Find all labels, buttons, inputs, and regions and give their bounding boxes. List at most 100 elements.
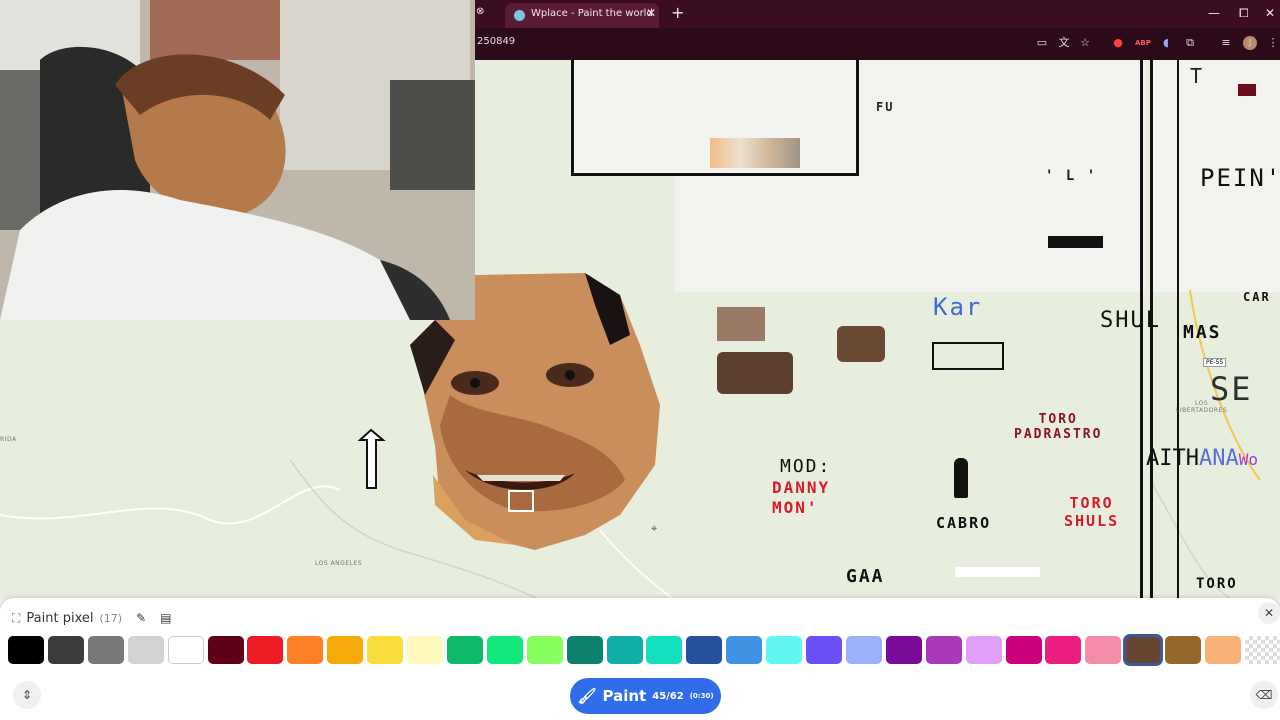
color-swatch[interactable] bbox=[1205, 636, 1241, 664]
pixel-text-toro-padrastro: TORO PADRASTRO bbox=[1014, 412, 1103, 442]
color-swatch[interactable] bbox=[1045, 636, 1082, 664]
pixel-red-block bbox=[1238, 84, 1256, 96]
paint-charge-count: 45/62 bbox=[652, 690, 684, 702]
paint-panel-header: ⛶ Paint pixel (17) ✎ ▤ bbox=[12, 608, 171, 628]
color-swatch[interactable] bbox=[646, 636, 683, 664]
adblock-icon[interactable]: ABP bbox=[1135, 36, 1151, 50]
color-swatch[interactable] bbox=[1165, 636, 1202, 664]
pencil-icon[interactable]: ✎ bbox=[136, 611, 146, 625]
pixel-art-eye-small bbox=[717, 307, 765, 341]
brush-icon: 🖌 bbox=[577, 687, 597, 705]
globe-icon bbox=[514, 10, 525, 21]
pixel-text-mod: MOD: bbox=[780, 456, 832, 477]
color-swatch[interactable] bbox=[526, 636, 563, 664]
pixel-text-toro-shuls: TORO SHULS bbox=[1064, 494, 1120, 530]
color-swatch[interactable] bbox=[845, 636, 882, 664]
color-swatch[interactable] bbox=[766, 636, 803, 664]
tab-close-icon[interactable]: ✕ bbox=[646, 6, 656, 20]
color-swatch[interactable] bbox=[207, 636, 244, 664]
color-swatch[interactable] bbox=[686, 636, 723, 664]
color-swatch[interactable] bbox=[1123, 634, 1164, 666]
pixel-text-gaa: GAA bbox=[846, 566, 885, 587]
paint-timer: (0:30) bbox=[689, 692, 714, 700]
pixel-text-pein: PEIN' bbox=[1200, 164, 1280, 192]
map-label-rida: RIDA bbox=[0, 436, 17, 443]
pixel-line bbox=[1177, 60, 1179, 598]
paint-button-label: Paint bbox=[602, 687, 647, 705]
profile-avatar[interactable]: J bbox=[1243, 36, 1257, 50]
pixel-text-mas: MAS bbox=[1183, 322, 1222, 343]
color-swatch[interactable] bbox=[1085, 636, 1122, 664]
tab-wplace[interactable]: Wplace - Paint the world ✕ bbox=[505, 3, 659, 28]
webcam-feed bbox=[0, 0, 475, 320]
color-swatch[interactable] bbox=[486, 636, 523, 664]
pixel-text-shul: SHUL bbox=[1100, 308, 1161, 333]
paint-panel-title: Paint pixel bbox=[26, 610, 94, 626]
cast-icon[interactable]: ▭ bbox=[1035, 36, 1049, 50]
color-swatch[interactable] bbox=[327, 636, 364, 664]
color-swatch[interactable] bbox=[965, 636, 1002, 664]
pixel-text-aithana-group: AITHANAWo bbox=[1146, 446, 1258, 471]
pixel-text-danny: DANNY MON' bbox=[772, 478, 831, 517]
previous-tab-close-icon[interactable]: ⊗ bbox=[476, 6, 484, 17]
color-swatch[interactable] bbox=[606, 636, 643, 664]
color-swatch[interactable] bbox=[87, 636, 124, 664]
color-swatch[interactable] bbox=[726, 636, 763, 664]
sort-toggle-icon[interactable]: ⇕ bbox=[13, 681, 41, 709]
close-panel-icon[interactable]: ✕ bbox=[1258, 602, 1280, 624]
pixel-art-fragment bbox=[710, 138, 800, 168]
new-tab-button[interactable]: + bbox=[671, 3, 684, 22]
extensions-puzzle-icon[interactable]: ⧉ bbox=[1183, 36, 1197, 50]
color-swatch[interactable] bbox=[287, 636, 324, 664]
pixel-text-toro: TORO bbox=[1196, 576, 1238, 592]
extension-record-icon[interactable]: ● bbox=[1111, 36, 1125, 50]
pixel-text-cabro: CABRO bbox=[936, 514, 992, 532]
color-swatch[interactable] bbox=[806, 636, 842, 664]
minimize-button[interactable]: — bbox=[1208, 6, 1220, 20]
color-swatch[interactable] bbox=[566, 636, 603, 664]
translate-icon[interactable]: 文 bbox=[1057, 36, 1071, 50]
maximize-button[interactable]: ⧠ bbox=[1239, 6, 1249, 21]
color-swatch[interactable] bbox=[1005, 636, 1042, 664]
menu-dots-icon[interactable]: ⋮ bbox=[1266, 36, 1280, 50]
paint-button[interactable]: 🖌 Paint 45/62 (0:30) bbox=[570, 678, 721, 714]
eraser-icon[interactable]: ⌫ bbox=[1250, 681, 1278, 709]
color-swatch[interactable] bbox=[247, 636, 284, 664]
pixel-frame-box bbox=[571, 60, 859, 176]
pixel-text-ana: ANA bbox=[1198, 446, 1239, 471]
browser-tab-bar: ⊗ Wplace - Paint the world ✕ + — ⧠ ✕ bbox=[475, 0, 1280, 28]
pixel-art-eye bbox=[837, 326, 885, 362]
bookmark-star-icon[interactable]: ☆ bbox=[1078, 36, 1092, 50]
tab-title: Wplace - Paint the world bbox=[531, 8, 653, 19]
map-label-los-libertadores: LOS LIBERTADORES bbox=[1176, 400, 1228, 414]
webcam-overlay bbox=[0, 0, 475, 320]
transparent-swatch[interactable] bbox=[1245, 636, 1280, 664]
color-swatch[interactable] bbox=[167, 636, 204, 664]
color-swatch[interactable] bbox=[407, 636, 443, 664]
pixel-box-art bbox=[932, 342, 1004, 370]
color-swatch[interactable] bbox=[885, 636, 922, 664]
pixel-art-eye-large bbox=[717, 352, 793, 394]
pixel-white-bar bbox=[955, 567, 1040, 577]
color-swatch[interactable] bbox=[47, 636, 84, 664]
paint-panel: ⛶ Paint pixel (17) ✎ ▤ ✕ ⇕ 🖌 Paint 45/62… bbox=[0, 598, 1280, 720]
pixel-text-car: CAR bbox=[1243, 290, 1271, 304]
pixel-figure bbox=[954, 458, 968, 498]
palette-icon[interactable]: ▤ bbox=[160, 611, 171, 625]
pixel-text-l: ' L ' bbox=[1045, 168, 1098, 184]
audio-extension-icon[interactable]: ◖ bbox=[1159, 36, 1173, 50]
pixel-black-bar bbox=[1048, 236, 1103, 248]
color-swatch[interactable] bbox=[367, 636, 404, 664]
url-text[interactable]: 250849 bbox=[477, 36, 515, 47]
media-control-icon[interactable]: ≡ bbox=[1219, 36, 1233, 50]
color-swatch[interactable] bbox=[446, 636, 483, 664]
address-bar: 250849 ▭ 文 ☆ ● ABP ◖ ⧉ ≡ J ⋮ bbox=[475, 28, 1280, 60]
pixel-arrow-art bbox=[358, 428, 386, 489]
expand-icon[interactable]: ⛶ bbox=[12, 611, 20, 626]
color-swatch[interactable] bbox=[8, 636, 44, 664]
color-swatch[interactable] bbox=[925, 636, 962, 664]
close-window-button[interactable]: ✕ bbox=[1265, 6, 1275, 20]
road-shield-pe55: PE-55 bbox=[1203, 358, 1227, 367]
color-swatch[interactable] bbox=[127, 636, 164, 664]
pixel-text-fu: FU bbox=[876, 100, 895, 114]
